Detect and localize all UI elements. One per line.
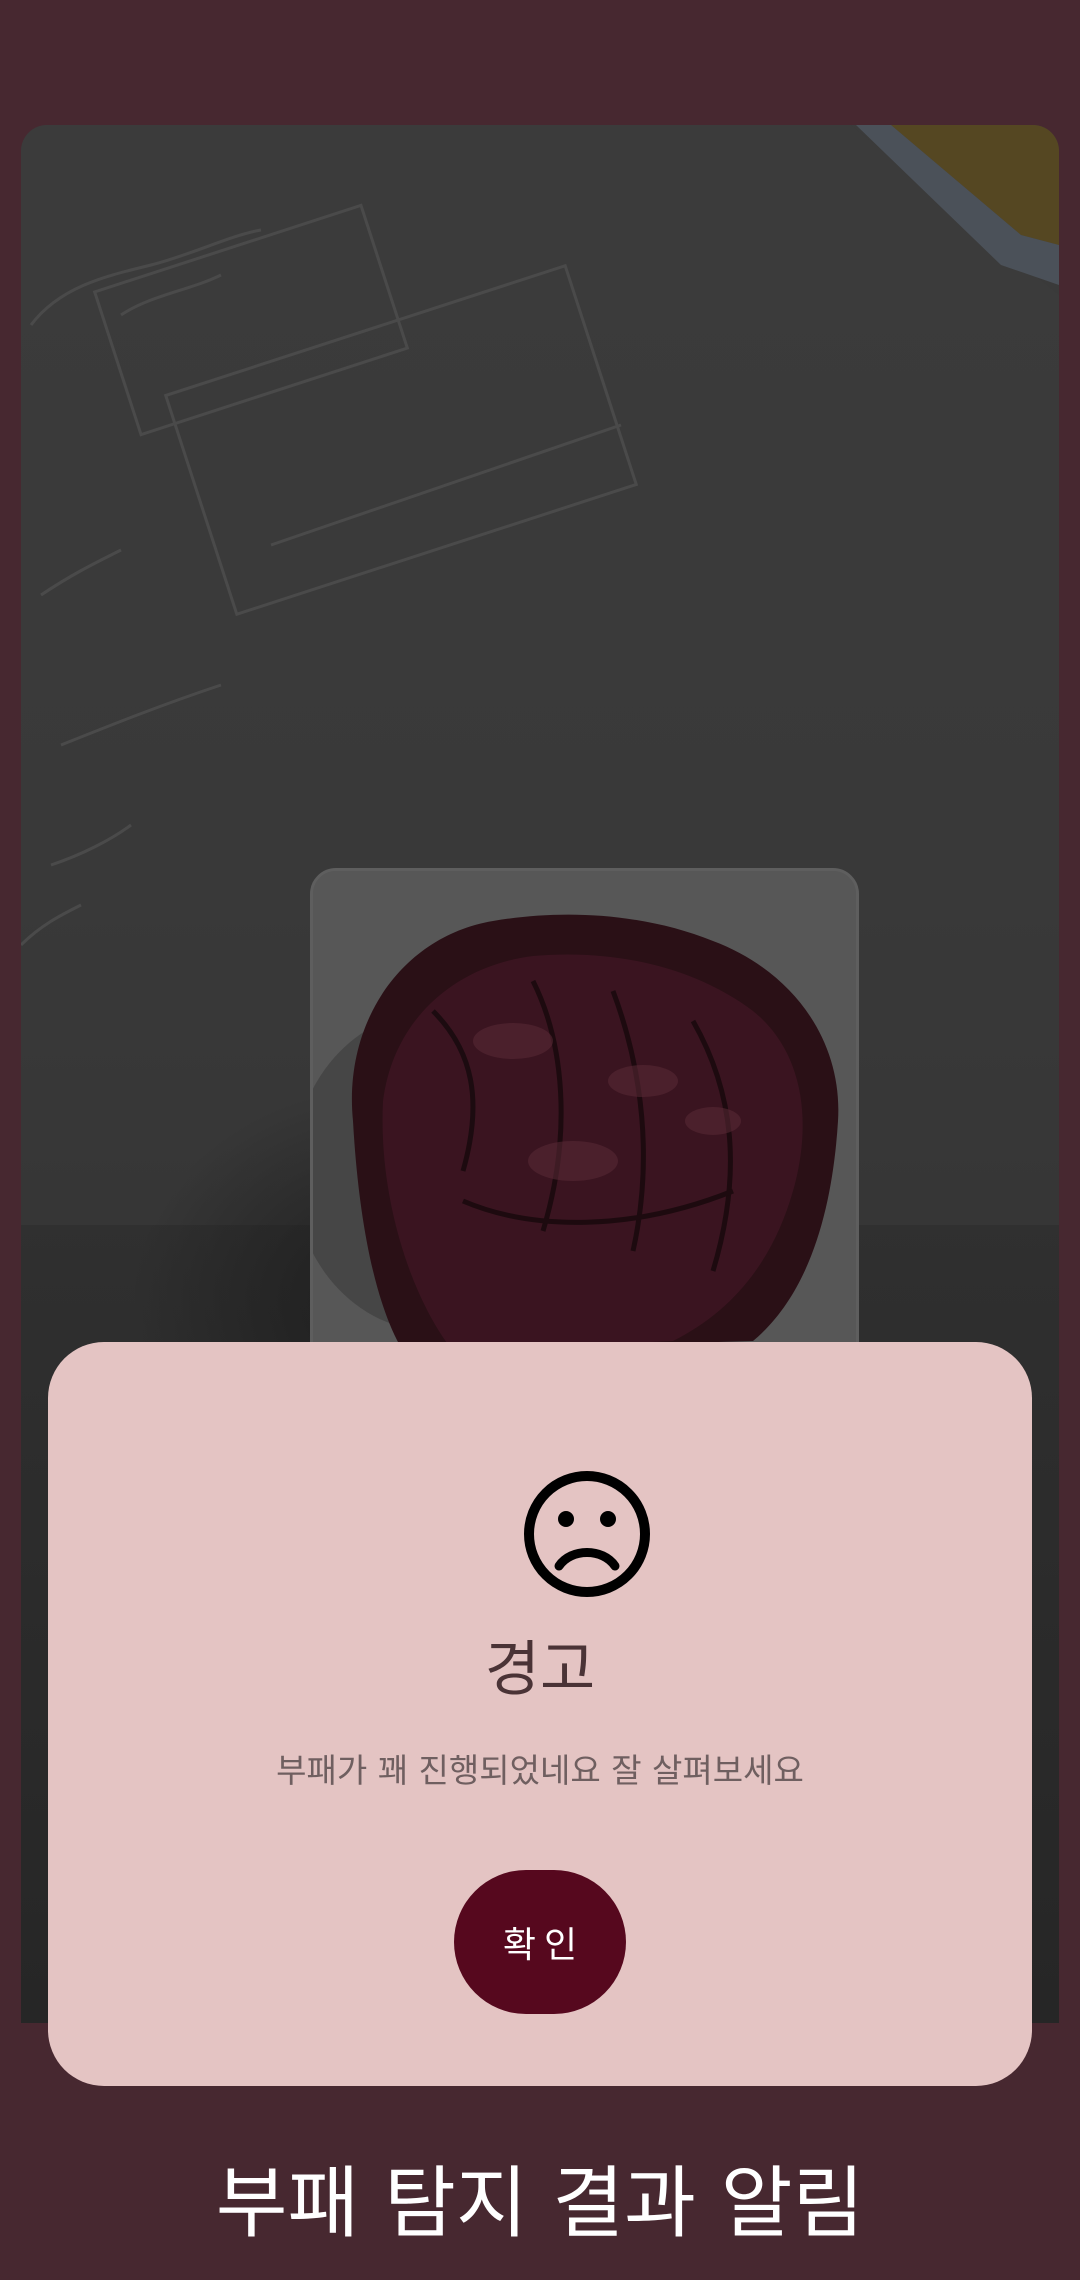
page-caption: 부패 탐지 결과 알림 [215, 2159, 865, 2249]
captured-fruit-crop [310, 868, 859, 1348]
confirm-button[interactable]: 확인 [454, 1870, 626, 2014]
warning-dialog: 경고 부패가 꽤 진행되었네요 잘 살펴보세요 확인 [48, 1342, 1032, 2086]
dialog-title: 경고 [484, 1635, 596, 1705]
dialog-message: 부패가 꽤 진행되었네요 잘 살펴보세요 [276, 1751, 804, 1790]
sad-face-icon [524, 1471, 650, 1597]
rotten-fruit-image [313, 871, 856, 1345]
